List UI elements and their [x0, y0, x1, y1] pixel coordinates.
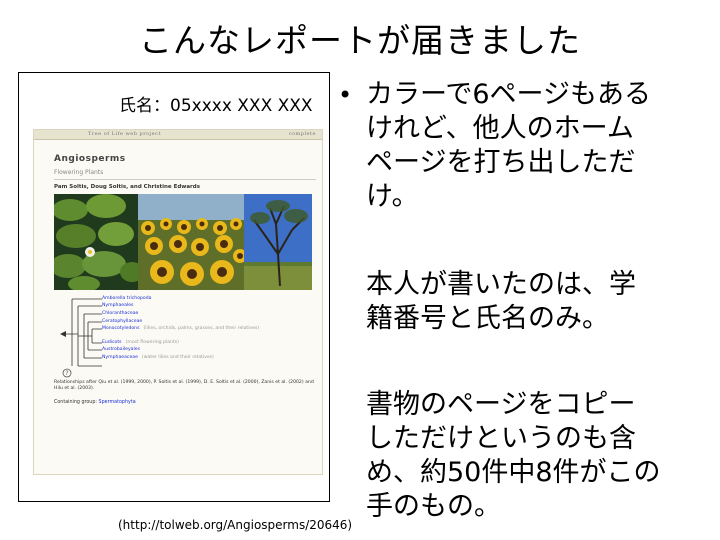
tree-leaf[interactable]: Amborella trichopoda [102, 296, 155, 301]
tree-leaf[interactable]: Nymphaeales [102, 303, 137, 308]
tree-leaf[interactable]: Ceratophyllaceae [102, 319, 146, 324]
text-line: 手のもの。 [366, 491, 501, 522]
tree-branches [60, 298, 102, 367]
svg-text:?: ? [65, 370, 68, 377]
water-lily-icon [54, 194, 138, 290]
tree-leaf[interactable]: Nymphaeaceae (water lilies and their rela… [102, 355, 214, 360]
containing-group-label: Containing group: [54, 400, 98, 405]
tree-icon [244, 194, 312, 290]
help-icon[interactable]: ? [62, 368, 72, 378]
tol-header-title: Tree of Life web project [88, 131, 161, 137]
tol-header-status: complete [288, 131, 316, 137]
text-line: め、約50件中8件がこの [366, 457, 661, 488]
group-subtitle: Flowering Plants [54, 169, 104, 176]
text-line: カラーで6ページもある [366, 79, 652, 110]
tol-header-bar: Tree of Life web project complete [34, 130, 322, 140]
containing-group: Containing group: Spermatophyta [54, 400, 136, 405]
bullet-paragraph-3: 書物のページをコピー しただけというのも含 め、約50件中8件がこの 手のもの。 [366, 388, 706, 524]
authors-line: Pam Soltis, Doug Soltis, and Christine E… [54, 184, 200, 190]
source-url: (http://tolweb.org/Angiosperms/20646) [118, 518, 353, 532]
phylogeny-tree: Amborella trichopoda Nymphaeales Chloran… [58, 296, 318, 368]
references-text: Relationships after Qiu et al. (1999, 20… [54, 380, 314, 391]
text-line: け。 [366, 181, 419, 212]
divider [54, 179, 316, 180]
slide-title: こんなレポートが届きました [139, 21, 581, 60]
text-line: 籍番号と氏名のみ。 [366, 303, 609, 334]
report-image: 氏名：05xxxx XXX XXX Tree of Life web proje… [18, 72, 330, 502]
printed-webpage: Tree of Life web project complete Angios… [33, 129, 323, 475]
bullet-paragraph-2: 本人が書いたのは、学 籍番号と氏名のみ。 [366, 268, 706, 336]
text-line: ページを打ち出しただ [366, 147, 636, 178]
student-name-line: 氏名：05xxxx XXX XXX [119, 96, 313, 116]
text-line: 本人が書いたのは、学 [366, 269, 636, 300]
tree-leaf[interactable]: Monocotyledons (lilies, orchids, palms, g… [102, 326, 259, 331]
text-line: 書物のページをコピー [366, 389, 636, 420]
tree-leaf[interactable]: Chloranthaceae [102, 311, 142, 316]
text-line: けれど、他人のホーム [366, 113, 634, 144]
tree-leaf[interactable]: Eudicots (most flowering plants) [102, 340, 179, 345]
text-line: しただけというのも含 [366, 423, 636, 454]
bullet-paragraph-1: カラーで6ページもある けれど、他人のホーム ページを打ち出しただ け。 [366, 78, 706, 214]
bullet-icon: • [338, 81, 353, 109]
sunflowers-icon [138, 194, 244, 290]
containing-group-link[interactable]: Spermatophyta [99, 400, 136, 405]
group-title: Angiosperms [54, 154, 126, 164]
tree-leaf[interactable]: Austrobaileyales [102, 347, 144, 352]
